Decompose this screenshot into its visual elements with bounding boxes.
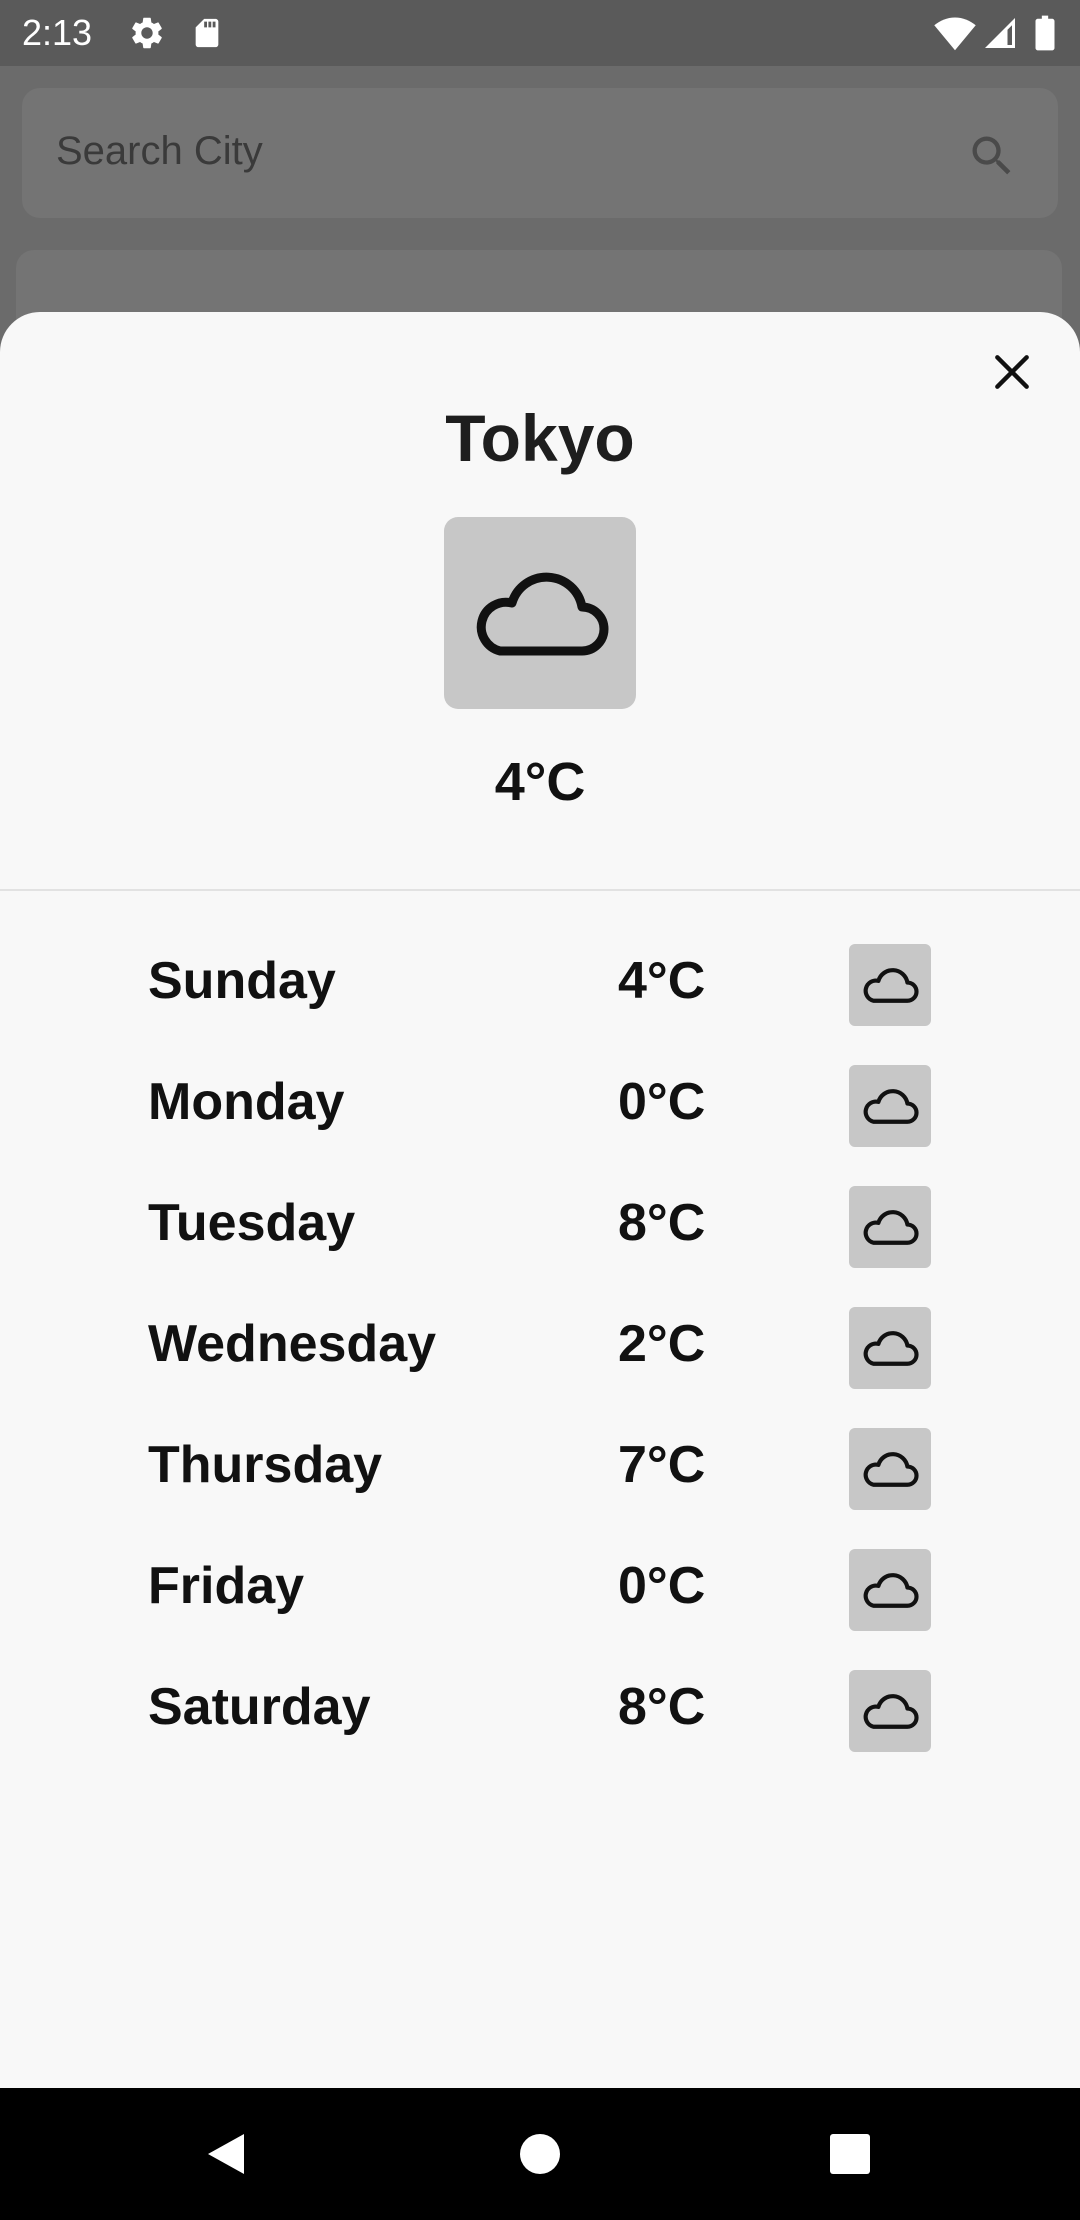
- forecast-day: Monday: [148, 1073, 345, 1131]
- cloud-icon: [476, 572, 609, 656]
- home-icon: [520, 2134, 560, 2174]
- current-temperature: 4°C: [494, 752, 586, 812]
- forecast-day: Tuesday: [148, 1194, 356, 1252]
- forecast-day: Wednesday: [148, 1315, 437, 1373]
- search-icon[interactable]: [966, 130, 1018, 182]
- forecast-temp: 0°C: [618, 1073, 706, 1131]
- forecast-row: Wednesday 2°C: [0, 1295, 1080, 1416]
- forecast-temp: 8°C: [618, 1194, 706, 1252]
- forecast-temp: 7°C: [618, 1436, 706, 1494]
- forecast-temp: 0°C: [618, 1557, 706, 1615]
- forecast-icon-box: [849, 1670, 931, 1752]
- forecast-row: Monday 0°C: [0, 1053, 1080, 1174]
- back-icon: [208, 2134, 244, 2174]
- recents-button[interactable]: [790, 2088, 910, 2220]
- forecast-day: Saturday: [148, 1678, 371, 1736]
- cloud-icon: [863, 1694, 919, 1729]
- forecast-icon-box: [849, 1307, 931, 1389]
- signal-icon: [985, 18, 1015, 48]
- battery-icon: [1035, 15, 1055, 51]
- back-button[interactable]: [166, 2088, 286, 2220]
- forecast-row: Thursday 7°C: [0, 1416, 1080, 1537]
- forecast-day: Thursday: [148, 1436, 383, 1494]
- close-button[interactable]: [984, 344, 1040, 400]
- recents-icon: [830, 2134, 870, 2174]
- forecast-day: Sunday: [148, 952, 336, 1010]
- forecast-icon-box: [849, 944, 931, 1026]
- navigation-bar: [0, 2088, 1080, 2220]
- search-placeholder: Search City: [56, 129, 263, 173]
- forecast-row: Saturday 8°C: [0, 1658, 1080, 1779]
- forecast-temp: 8°C: [618, 1678, 706, 1736]
- cloud-icon: [863, 1331, 919, 1366]
- forecast-day: Friday: [148, 1557, 305, 1615]
- home-button[interactable]: [480, 2088, 600, 2220]
- cloud-icon: [863, 1089, 919, 1124]
- close-icon: [995, 355, 1029, 389]
- forecast-icon-box: [849, 1549, 931, 1631]
- current-weather-icon-box: [444, 517, 636, 709]
- forecast-row: Friday 0°C: [0, 1537, 1080, 1658]
- status-bar: 2:13: [0, 0, 1080, 66]
- gear-icon: [132, 17, 162, 49]
- screen: 2:13 Search City Tokyo 4°C Sunday 4°C Mo…: [0, 0, 1080, 2220]
- status-time: 2:13: [22, 12, 93, 53]
- cloud-icon: [863, 968, 919, 1003]
- city-name: Tokyo: [445, 401, 635, 475]
- search-input[interactable]: Search City: [22, 88, 1058, 218]
- cloud-icon: [863, 1573, 919, 1608]
- forecast-temp: 4°C: [618, 952, 706, 1010]
- cloud-icon: [863, 1452, 919, 1487]
- divider: [0, 889, 1080, 891]
- wifi-icon: [934, 17, 976, 51]
- sd-card-icon: [195, 18, 219, 48]
- forecast-icon-box: [849, 1065, 931, 1147]
- weather-detail-sheet: Tokyo 4°C Sunday 4°C Monday 0°C Tuesday …: [0, 312, 1080, 2088]
- forecast-row: Tuesday 8°C: [0, 1174, 1080, 1295]
- forecast-icon-box: [849, 1186, 931, 1268]
- forecast-row: Sunday 4°C: [0, 932, 1080, 1053]
- cloud-icon: [863, 1210, 919, 1245]
- forecast-list: Sunday 4°C Monday 0°C Tuesday 8°C Wednes…: [0, 932, 1080, 1779]
- forecast-temp: 2°C: [618, 1315, 706, 1373]
- forecast-icon-box: [849, 1428, 931, 1510]
